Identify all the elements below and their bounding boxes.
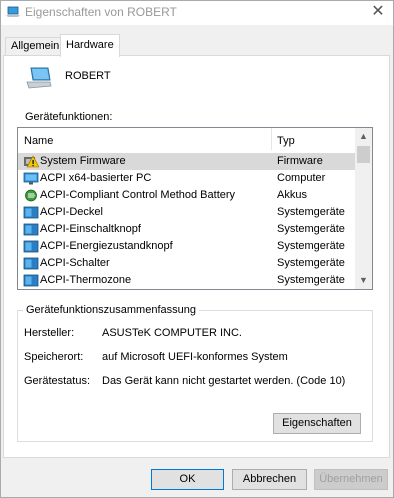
- list-row[interactable]: System Firmware Firmware: [18, 153, 355, 170]
- list-row[interactable]: ACPI-Deckel Systemgeräte: [18, 204, 355, 221]
- system-device-icon: [23, 240, 39, 253]
- list-row[interactable]: ACPI-Compliant Control Method Battery Ak…: [18, 187, 355, 204]
- ok-button[interactable]: OK: [151, 469, 224, 490]
- close-button[interactable]: ✕: [367, 2, 389, 22]
- close-icon: ✕: [371, 3, 385, 20]
- row-type: Akkus: [277, 189, 307, 201]
- row-name: ACPI-Compliant Control Method Battery: [40, 189, 236, 201]
- row-name: ACPI-Energiezustandknopf: [40, 240, 173, 252]
- scroll-thumb[interactable]: [357, 146, 370, 163]
- list-row[interactable]: ACPI-Schalter Systemgeräte: [18, 255, 355, 272]
- functions-label: Gerätefunktionen:: [25, 111, 113, 123]
- list-row[interactable]: ACPI-Einschaltknopf Systemgeräte: [18, 221, 355, 238]
- system-device-icon: [23, 274, 39, 287]
- chevron-down-icon: ▼: [359, 275, 368, 285]
- system-device-icon: [23, 206, 39, 219]
- location-label: Speicherort:: [24, 351, 84, 363]
- location-value: auf Microsoft UEFI-konformes System: [102, 351, 288, 363]
- vertical-scrollbar[interactable]: ▲ ▼: [355, 128, 372, 289]
- properties-window: Eigenschaften von ROBERT ✕ Allgemein Har…: [0, 0, 394, 498]
- row-type: Systemgeräte: [277, 223, 345, 235]
- cancel-button[interactable]: Abbrechen: [232, 469, 307, 490]
- row-type: Firmware: [277, 155, 323, 167]
- list-row[interactable]: ACPI x64-basierter PC Computer: [18, 170, 355, 187]
- row-type: Computer: [277, 172, 326, 184]
- battery-icon: [25, 189, 37, 202]
- laptop-icon: [26, 67, 52, 89]
- column-divider[interactable]: [271, 128, 272, 150]
- row-name: System Firmware: [40, 155, 126, 167]
- properties-button[interactable]: Eigenschaften: [273, 413, 361, 434]
- summary-title: Gerätefunktionszusammenfassung: [23, 304, 199, 316]
- firmware-warning-icon: [24, 155, 39, 168]
- status-label: Gerätestatus:: [24, 375, 91, 387]
- row-type: Systemgeräte: [277, 257, 345, 269]
- list-header: Name Typ: [18, 128, 355, 152]
- tab-strip: Allgemein Hardware: [1, 34, 393, 57]
- row-name: ACPI x64-basierter PC: [40, 172, 152, 184]
- row-type: Systemgeräte: [277, 206, 345, 218]
- apply-button[interactable]: Übernehmen: [314, 469, 388, 490]
- status-value: Das Gerät kann nicht gestartet werden. (…: [102, 375, 346, 387]
- title-bar[interactable]: Eigenschaften von ROBERT ✕: [1, 1, 393, 25]
- row-type: Systemgeräte: [277, 240, 345, 252]
- window-title: Eigenschaften von ROBERT: [25, 5, 177, 19]
- row-name: ACPI-Schalter: [40, 257, 110, 269]
- list-row[interactable]: ACPI-Thermozone Systemgeräte: [18, 272, 355, 289]
- system-device-icon: [23, 257, 39, 270]
- column-header-name[interactable]: Name: [24, 135, 53, 147]
- manufacturer-value: ASUSTeK COMPUTER INC.: [102, 327, 242, 339]
- manufacturer-label: Hersteller:: [24, 327, 75, 339]
- scroll-up-button[interactable]: ▲: [355, 128, 372, 145]
- laptop-icon: [6, 6, 20, 17]
- row-name: ACPI-Thermozone: [40, 274, 132, 286]
- column-header-type[interactable]: Typ: [277, 135, 295, 147]
- chevron-up-icon: ▲: [359, 131, 368, 141]
- tab-allgemein[interactable]: Allgemein: [5, 37, 66, 56]
- device-functions-list[interactable]: Name Typ System Firmware Firmware ACPI x…: [17, 127, 373, 290]
- scroll-down-button[interactable]: ▼: [355, 272, 372, 289]
- tab-hardware[interactable]: Hardware: [60, 34, 120, 57]
- list-row[interactable]: ACPI-Energiezustandknopf Systemgeräte: [18, 238, 355, 255]
- system-device-icon: [23, 223, 39, 236]
- computer-icon: [23, 172, 39, 185]
- row-type: Systemgeräte: [277, 274, 345, 286]
- row-name: ACPI-Einschaltknopf: [40, 223, 141, 235]
- row-name: ACPI-Deckel: [40, 206, 103, 218]
- device-name: ROBERT: [65, 70, 111, 82]
